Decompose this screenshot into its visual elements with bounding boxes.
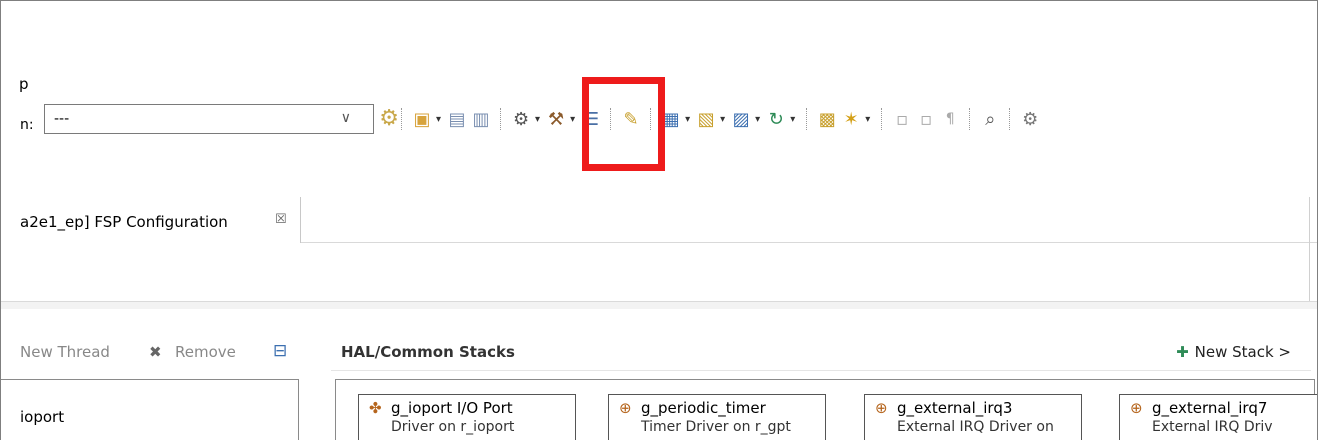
editor-tab-bar: a2e1_ep] FSP Configuration ☒: [1, 197, 1317, 243]
threads-panel-toolbar: New Thread ✖ Remove ⊟: [1, 331, 311, 371]
stacks-canvas: ✤ g_ioport I/O Port Driver on r_ioport ⊕…: [335, 379, 1317, 440]
new-folder-dropdown[interactable]: ▾: [720, 114, 725, 125]
stack-card-periodic-timer[interactable]: ⊕ g_periodic_timer Timer Driver on r_gpt: [608, 394, 826, 440]
debug-icon[interactable]: ⚙: [509, 107, 533, 131]
toolbar-separator: [969, 108, 971, 130]
stack-subtitle: Driver on r_ioport: [391, 419, 515, 435]
tab-title: a2e1_ep] FSP Configuration: [20, 213, 228, 231]
stack-subtitle: Timer Driver on r_gpt: [641, 419, 791, 435]
new-file-icon[interactable]: ▨: [729, 107, 753, 131]
search-icon[interactable]: ⌕: [978, 107, 1002, 131]
module-icon: ⊕: [875, 399, 888, 417]
thread-item[interactable]: ioport: [20, 408, 64, 426]
settings-icon[interactable]: ⚙: [1018, 107, 1042, 131]
toolbar-separator: [1009, 108, 1011, 130]
stack-name: g_external_irq3: [897, 399, 1013, 417]
stack-card-external-irq7[interactable]: ⊕ g_external_irq7 External IRQ Driv: [1119, 394, 1317, 440]
doc-alt-icon[interactable]: ▫: [914, 107, 938, 131]
new-folder-icon[interactable]: ▧: [694, 107, 718, 131]
stack-card-external-irq3[interactable]: ⊕ g_external_irq3 External IRQ Driver on: [864, 394, 1082, 440]
open-folder-icon[interactable]: ▩: [815, 107, 839, 131]
new-class-dropdown[interactable]: ▾: [685, 114, 690, 125]
toolbar-separator: [500, 108, 502, 130]
module-icon: ✤: [369, 399, 382, 417]
configuration-combo-value: ---: [54, 111, 70, 127]
wand-dropdown[interactable]: ▾: [865, 114, 870, 125]
tab-fsp-configuration[interactable]: a2e1_ep] FSP Configuration ☒: [1, 197, 301, 243]
configuration-combo[interactable]: --- ∨ ⚙: [44, 104, 399, 134]
module-icon: ⊕: [619, 399, 632, 417]
pilcrow-icon[interactable]: ¶: [938, 107, 962, 131]
menu-bar-fragment[interactable]: p: [19, 75, 29, 93]
new-dropdown[interactable]: ▾: [436, 114, 441, 125]
collapse-icon[interactable]: ⊟: [273, 341, 287, 361]
chevron-down-icon[interactable]: ∨: [341, 110, 351, 126]
new-file-dropdown[interactable]: ▾: [755, 114, 760, 125]
stacks-panel-title: HAL/Common Stacks: [341, 343, 515, 361]
remove-button[interactable]: Remove: [175, 343, 236, 361]
remove-icon: ✖: [149, 343, 162, 361]
stack-name: g_ioport I/O Port: [391, 399, 513, 417]
wand-icon[interactable]: ✶: [839, 107, 863, 131]
toolbar-separator: [881, 108, 883, 130]
debug-dropdown[interactable]: ▾: [535, 114, 540, 125]
build-hammer-icon[interactable]: ⚒: [544, 107, 568, 131]
stack-name: g_external_irq7: [1152, 399, 1268, 417]
stack-subtitle: External IRQ Driver on: [897, 419, 1054, 435]
configuration-label: n:: [20, 117, 34, 133]
panel-divider: [1, 301, 1317, 309]
save-icon[interactable]: ▤: [445, 107, 469, 131]
threads-list: ioport: [1, 379, 299, 440]
stack-card-ioport[interactable]: ✤ g_ioport I/O Port Driver on r_ioport: [358, 394, 576, 440]
close-icon[interactable]: ☒: [275, 212, 287, 227]
stack-name: g_periodic_timer: [641, 399, 766, 417]
window-frame: p n: --- ∨ ⚙ ▣ ▾ ▤ ▥ ⚙ ▾ ⚒ ▾ ☰ ✎ ▦ ▾ ▧ ▾…: [0, 0, 1318, 440]
new-stack-button[interactable]: ✚ New Stack >: [1176, 343, 1291, 361]
new-stack-label: New Stack >: [1194, 343, 1291, 361]
toolbar-group-file: ▣ ▾ ▤ ▥ ⚙ ▾ ⚒ ▾ ☰ ✎ ▦ ▾ ▧ ▾ ▨ ▾ ↻ ▾ ▩ ✶ …: [394, 107, 1042, 131]
module-icon: ⊕: [1130, 399, 1143, 417]
refresh-dropdown[interactable]: ▾: [790, 114, 795, 125]
new-thread-button[interactable]: New Thread: [20, 343, 110, 361]
add-icon: ✚: [1176, 343, 1189, 361]
save-all-icon[interactable]: ▥: [469, 107, 493, 131]
doc-icon[interactable]: ▫: [890, 107, 914, 131]
toolbar-separator: [401, 108, 403, 130]
refresh-icon[interactable]: ↻: [764, 107, 788, 131]
build-dropdown[interactable]: ▾: [570, 114, 575, 125]
build-button-highlight: [582, 77, 665, 171]
editor-right-border: [1309, 197, 1310, 307]
stacks-panel-header: HAL/Common Stacks ✚ New Stack >: [331, 331, 1311, 371]
toolbar-separator: [806, 108, 808, 130]
new-icon[interactable]: ▣: [410, 107, 434, 131]
stack-subtitle: External IRQ Driv: [1152, 419, 1273, 435]
